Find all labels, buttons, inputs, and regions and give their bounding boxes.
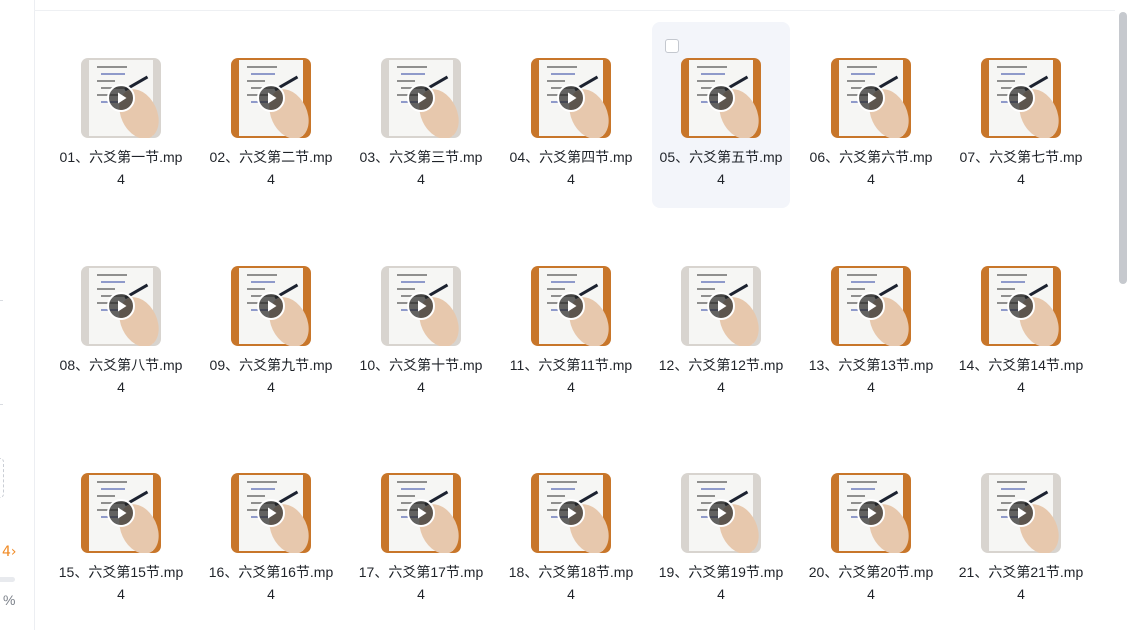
file-item[interactable]: 16、六爻第16节.mp4 bbox=[202, 437, 340, 623]
video-thumbnail[interactable] bbox=[681, 58, 761, 138]
file-name: 01、六爻第一节.mp4 bbox=[59, 149, 183, 187]
play-icon[interactable] bbox=[1007, 291, 1035, 320]
file-name: 07、六爻第七节.mp4 bbox=[959, 149, 1083, 187]
file-name: 14、六爻第14节.mp4 bbox=[958, 356, 1084, 395]
file-item[interactable]: 14、六爻第14节.mp4 bbox=[952, 230, 1090, 416]
play-icon[interactable] bbox=[707, 84, 735, 112]
file-name: 12、六爻第12节.mp4 bbox=[658, 356, 784, 395]
play-icon[interactable] bbox=[257, 84, 285, 112]
play-icon[interactable] bbox=[407, 84, 435, 112]
storage-progress-bar bbox=[0, 577, 15, 582]
sidebar-divider bbox=[0, 300, 3, 301]
file-name: 06、六爻第六节.mp4 bbox=[809, 149, 933, 187]
file-name: 13、六爻第13节.mp4 bbox=[808, 356, 934, 395]
video-thumbnail[interactable] bbox=[981, 58, 1061, 138]
video-thumbnail[interactable] bbox=[381, 265, 461, 346]
file-name: 05、六爻第五节.mp4 bbox=[659, 149, 783, 187]
file-item[interactable]: 03、六爻第三节.mp4 bbox=[352, 22, 490, 208]
video-thumbnail[interactable] bbox=[231, 473, 311, 553]
video-thumbnail[interactable] bbox=[81, 265, 161, 346]
sidebar-promo-arrow[interactable]: 4› bbox=[2, 544, 17, 560]
file-name: 09、六爻第九节.mp4 bbox=[209, 356, 333, 395]
file-name: 16、六爻第16节.mp4 bbox=[208, 564, 334, 602]
file-item[interactable]: 12、六爻第12节.mp4 bbox=[652, 230, 790, 416]
video-thumbnail[interactable] bbox=[381, 473, 461, 553]
play-icon[interactable] bbox=[707, 291, 735, 320]
file-item[interactable]: 06、六爻第六节.mp4 bbox=[802, 22, 940, 208]
play-icon[interactable] bbox=[857, 499, 885, 527]
file-item[interactable]: 11、六爻第11节.mp4 bbox=[502, 230, 640, 416]
video-thumbnail[interactable] bbox=[681, 473, 761, 553]
file-item[interactable]: 17、六爻第17节.mp4 bbox=[352, 437, 490, 623]
video-thumbnail[interactable] bbox=[231, 265, 311, 346]
left-sidebar: 4› % bbox=[0, 0, 35, 630]
file-item[interactable]: 08、六爻第八节.mp4 bbox=[52, 230, 190, 416]
toolbar-divider bbox=[34, 10, 1115, 11]
file-name: 21、六爻第21节.mp4 bbox=[958, 564, 1084, 602]
play-icon[interactable] bbox=[707, 499, 735, 527]
play-icon[interactable] bbox=[107, 84, 135, 112]
sidebar-dashed-box bbox=[0, 458, 4, 498]
file-item[interactable]: 07、六爻第七节.mp4 bbox=[952, 22, 1090, 208]
file-item[interactable]: 01、六爻第一节.mp4 bbox=[52, 22, 190, 208]
video-thumbnail[interactable] bbox=[381, 58, 461, 138]
file-item[interactable]: 10、六爻第十节.mp4 bbox=[352, 230, 490, 416]
file-item[interactable]: 15、六爻第15节.mp4 bbox=[52, 437, 190, 623]
video-thumbnail[interactable] bbox=[831, 58, 911, 138]
play-icon[interactable] bbox=[257, 291, 285, 320]
play-icon[interactable] bbox=[407, 499, 435, 527]
play-icon[interactable] bbox=[857, 291, 885, 320]
play-icon[interactable] bbox=[107, 499, 135, 527]
video-thumbnail[interactable] bbox=[831, 473, 911, 553]
file-item[interactable]: 19、六爻第19节.mp4 bbox=[652, 437, 790, 623]
scrollbar-thumb[interactable] bbox=[1119, 12, 1127, 284]
file-grid: 01、六爻第一节.mp4 02、六爻第二节.mp4 03、六爻第三节.mp4 04、六… bbox=[52, 22, 1112, 630]
file-name: 18、六爻第18节.mp4 bbox=[508, 564, 634, 602]
file-name: 15、六爻第15节.mp4 bbox=[58, 564, 184, 602]
file-name: 02、六爻第二节.mp4 bbox=[209, 149, 333, 187]
storage-percent-label: % bbox=[3, 592, 16, 608]
file-item[interactable]: 20、六爻第20节.mp4 bbox=[802, 437, 940, 623]
video-thumbnail[interactable] bbox=[531, 473, 611, 553]
play-icon[interactable] bbox=[557, 499, 585, 527]
video-thumbnail[interactable] bbox=[681, 265, 761, 346]
file-name: 04、六爻第四节.mp4 bbox=[509, 149, 633, 187]
video-thumbnail[interactable] bbox=[981, 265, 1061, 346]
video-thumbnail[interactable] bbox=[531, 265, 611, 346]
play-icon[interactable] bbox=[1007, 84, 1035, 112]
file-name: 20、六爻第20节.mp4 bbox=[808, 564, 934, 602]
play-icon[interactable] bbox=[107, 291, 135, 320]
file-item[interactable]: 13、六爻第13节.mp4 bbox=[802, 230, 940, 416]
file-item[interactable]: 18、六爻第18节.mp4 bbox=[502, 437, 640, 623]
play-icon[interactable] bbox=[857, 84, 885, 112]
video-thumbnail[interactable] bbox=[981, 473, 1061, 553]
file-name: 10、六爻第十节.mp4 bbox=[359, 356, 483, 395]
play-icon[interactable] bbox=[557, 84, 585, 112]
file-name: 11、六爻第11节.mp4 bbox=[509, 356, 633, 395]
file-item[interactable]: 21、六爻第21节.mp4 bbox=[952, 437, 1090, 623]
video-thumbnail[interactable] bbox=[81, 58, 161, 138]
video-thumbnail[interactable] bbox=[531, 58, 611, 138]
file-item[interactable]: 05、六爻第五节.mp4 bbox=[652, 22, 790, 208]
play-icon[interactable] bbox=[257, 499, 285, 527]
checkbox-icon[interactable] bbox=[665, 39, 679, 53]
video-thumbnail[interactable] bbox=[231, 58, 311, 138]
file-item[interactable]: 09、六爻第九节.mp4 bbox=[202, 230, 340, 416]
file-name: 08、六爻第八节.mp4 bbox=[59, 356, 183, 395]
play-icon[interactable] bbox=[407, 291, 435, 320]
sidebar-divider bbox=[0, 404, 3, 405]
video-thumbnail[interactable] bbox=[831, 265, 911, 346]
file-name: 19、六爻第19节.mp4 bbox=[658, 564, 784, 602]
play-icon[interactable] bbox=[1007, 499, 1035, 527]
file-name: 17、六爻第17节.mp4 bbox=[358, 564, 484, 602]
play-icon[interactable] bbox=[557, 291, 585, 320]
file-item[interactable]: 02、六爻第二节.mp4 bbox=[202, 22, 340, 208]
file-item[interactable]: 04、六爻第四节.mp4 bbox=[502, 22, 640, 208]
file-name: 03、六爻第三节.mp4 bbox=[359, 149, 483, 187]
video-thumbnail[interactable] bbox=[81, 473, 161, 553]
